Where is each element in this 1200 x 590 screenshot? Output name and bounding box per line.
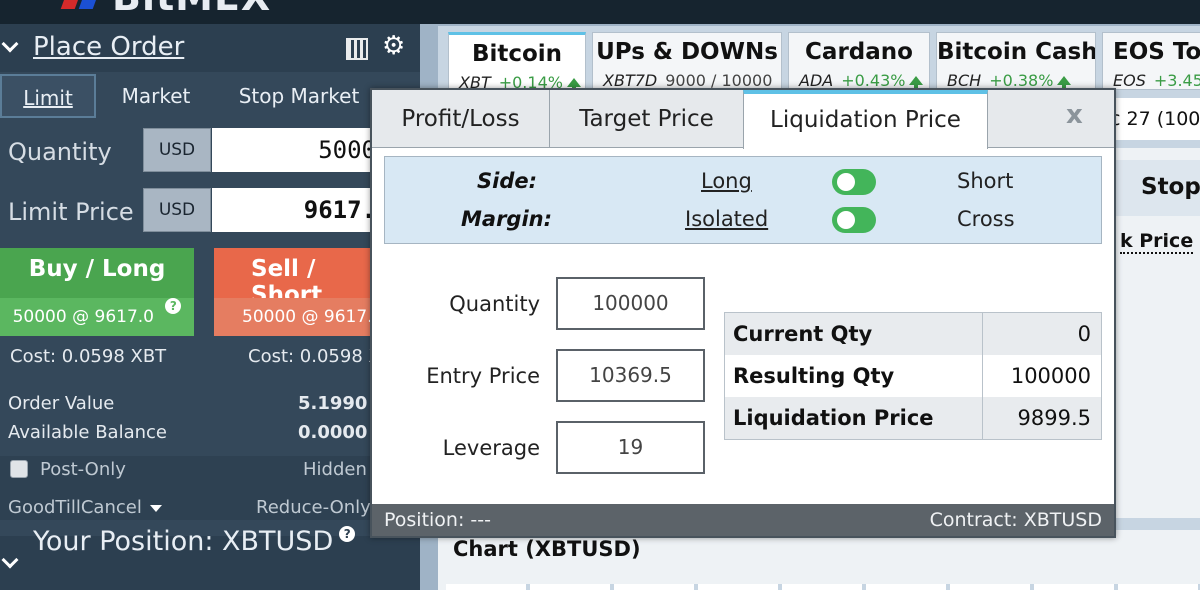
arrow-up-icon [909,76,924,89]
gear-icon[interactable]: ⚙ [382,32,405,60]
margin-label: Margin: [461,207,553,231]
price-column-header[interactable]: k Price [1120,230,1194,254]
calculator-icon[interactable] [346,38,368,60]
margin-option-isolated[interactable]: Isolated [685,207,768,231]
instrument-tab-eos[interactable]: EOS Tok EOS+3.45 [1102,32,1200,90]
tab-market[interactable]: Market [110,74,202,118]
logo-mark-icon [60,0,108,9]
tab-target-price[interactable]: Target Price [550,90,744,148]
instrument-tab-bitcoin-cash[interactable]: Bitcoin Cash BCH +0.38% [936,32,1096,90]
limit-price-input[interactable]: 9617. [212,188,382,232]
help-icon[interactable]: ? [165,298,182,314]
table-row: Current Qty 0 [725,313,1101,355]
tab-profit-loss[interactable]: Profit/Loss [372,90,550,148]
chevron-down-icon[interactable] [1,35,19,53]
footer-position: Position: --- [384,509,491,531]
calc-quantity-input[interactable]: 100000 [556,277,705,330]
calc-leverage-label: Leverage [442,436,540,460]
tab-limit[interactable]: Limit [0,74,96,118]
buy-cost: Cost: 0.0598 XBT [10,346,167,367]
place-order-header: Place Order ⚙ [0,24,420,72]
post-only-label: Post-Only [40,459,126,480]
limit-price-currency: USD [143,188,211,232]
tab-liquidation-price[interactable]: Liquidation Price [743,90,988,149]
instrument-tab-cardano[interactable]: Cardano ADA +0.43% [788,32,930,90]
close-icon[interactable]: x [1066,100,1083,130]
margin-toggle[interactable] [832,207,876,233]
instrument-tab-bitcoin[interactable]: Bitcoin XBT +0.14% [448,32,586,90]
calc-entry-price-label: Entry Price [426,364,540,388]
side-option-short[interactable]: Short [957,169,1013,193]
calculator-modal: Profit/Loss Target Price Liquidation Pri… [370,88,1116,538]
time-in-force-select[interactable]: GoodTillCancel [8,497,162,518]
logo-text: BitMEX [112,0,271,16]
side-label: Side: [477,169,537,193]
reduce-only-label[interactable]: Reduce-Only [256,497,371,518]
calculator-tabs: Profit/Loss Target Price Liquidation Pri… [372,90,1114,149]
calc-quantity-label: Quantity [449,292,540,316]
caret-down-icon [149,504,162,512]
place-order-title[interactable]: Place Order [33,32,184,62]
sell-short-button[interactable]: Sell / Short 50000 @ 9617. [214,248,384,336]
place-order-panel: Place Order ⚙ Limit Market Stop Market Q… [0,24,420,590]
order-value-label: Order Value [8,393,115,414]
buy-long-label: Buy / Long [28,256,166,282]
arrow-up-icon [566,78,581,89]
footer-contract: Contract: XBTUSD [929,509,1102,531]
chart-toolbar [446,584,1200,590]
table-row: Liquidation Price 9899.5 [725,397,1101,439]
side-option-long[interactable]: Long [701,169,752,193]
instrument-tab-ups-downs[interactable]: UPs & DOWNs XBT7D 9000 / 10000 [592,32,782,90]
buy-long-button[interactable]: Buy / Long 50000 @ 9617.0 ? [0,248,194,336]
calc-entry-price-input[interactable]: 10369.5 [556,349,705,402]
calc-leverage-input[interactable]: 19 [556,421,705,474]
margin-option-cross[interactable]: Cross [957,207,1015,231]
quantity-currency: USD [143,128,211,172]
chart-title: Chart (XBTUSD) [453,537,641,561]
buy-long-summary: 50000 @ 9617.0 ? [0,298,194,336]
table-row: Resulting Qty 100000 [725,355,1101,397]
available-balance-label: Available Balance [8,422,167,443]
calculator-footer: Position: --- Contract: XBTUSD [372,504,1114,536]
bitmex-logo[interactable]: BitMEX [60,0,271,16]
sell-cost: Cost: 0.0598 X [248,346,381,367]
quantity-input[interactable]: 5000 [212,128,382,172]
quantity-label: Quantity [8,138,112,166]
hidden-label[interactable]: Hidden [303,459,367,480]
your-position-title[interactable]: Your Position: XBTUSD? [33,526,356,557]
order-type-tabs: Limit Market Stop Market [0,74,420,118]
sell-short-summary: 50000 @ 9617. [214,298,384,336]
side-toggle[interactable] [832,169,876,195]
arrow-up-icon [1057,76,1072,89]
tab-stop-market[interactable]: Stop Market [226,74,372,118]
side-margin-box: Side: Long Short Margin: Isolated Cross [384,156,1102,244]
tab-stops[interactable]: Stops [1141,174,1200,200]
top-header: BitMEX [0,0,1200,24]
limit-price-label: Limit Price [8,198,134,226]
help-icon[interactable]: ? [339,526,356,542]
results-table: Current Qty 0 Resulting Qty 100000 Liqui… [724,312,1102,440]
post-only-checkbox[interactable] [10,460,28,478]
